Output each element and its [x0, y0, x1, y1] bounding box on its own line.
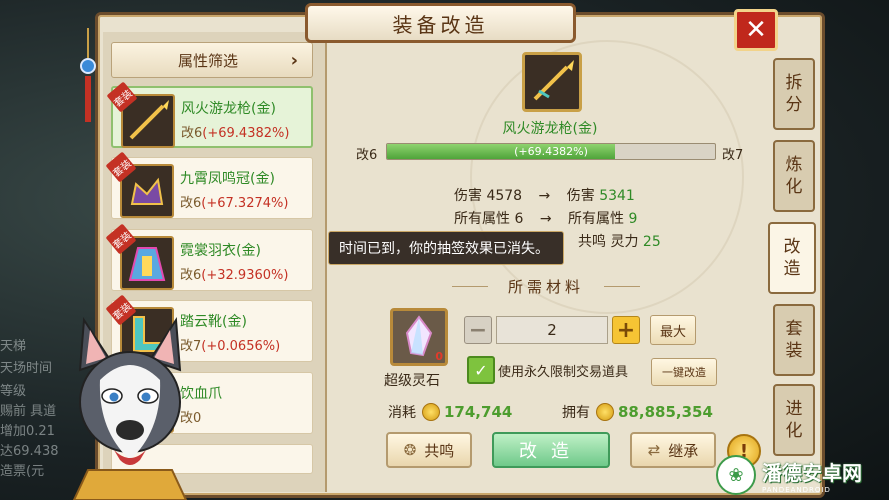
leaf-logo-icon: ❀: [716, 455, 756, 495]
item-level-text: 改6: [180, 268, 202, 283]
stat-to-name: 所有属性: [568, 211, 625, 227]
owned-display: 拥有 88,885,354: [562, 402, 713, 422]
bg-text: 天场时间: [0, 361, 53, 376]
stat-row: 所有属性 6 → 所有属性 9: [454, 208, 637, 228]
one-key-forge-button[interactable]: 一键改造: [651, 358, 717, 386]
upgrade-progress-bar: (+69.4382%): [386, 143, 716, 160]
bg-text: 增加0.21: [0, 424, 55, 439]
equipment-list-item[interactable]: 套装 风火游龙枪(金) 改6(+69.4382%): [106, 81, 313, 148]
chevron-right-icon: ›: [290, 49, 298, 71]
window-title: 装备改造: [305, 3, 576, 43]
progress-text: (+69.4382%): [514, 145, 588, 158]
bg-text: 赐前 具道: [0, 404, 57, 419]
site-watermark: ❀ 潘德安卓网 PANDEANDROID: [716, 455, 862, 495]
stat-name: 所有属性: [454, 211, 510, 227]
tab-refine[interactable]: 炼化: [773, 140, 815, 212]
item-percent: (+0.0656%): [201, 339, 281, 354]
materials-title: 所需材料: [452, 276, 640, 297]
equipment-list-item[interactable]: 套装 九霄凤鸣冠(金) 改6(+67.3274%): [105, 151, 313, 219]
stat-to: 25: [642, 234, 661, 250]
level-to: 改7: [722, 148, 744, 163]
cost-display: 消耗 174,744: [388, 402, 512, 422]
stat-to-name: 伤害: [566, 188, 595, 204]
resonate-button[interactable]: ❂ 共鸣: [386, 432, 472, 468]
crystal-icon[interactable]: 0: [390, 308, 448, 366]
item-name: 风火游龙枪(金): [181, 101, 276, 117]
material-owned-qty: 0: [435, 350, 443, 363]
equipment-list-item[interactable]: 套装 霓裳羽衣(金) 改6(+32.9360%): [105, 223, 313, 291]
checkmark-icon: ✓: [474, 360, 488, 380]
stat-from: 6: [514, 211, 524, 227]
attribute-filter-button[interactable]: 属性筛选 ›: [111, 42, 313, 78]
level-from: 改6: [356, 148, 378, 163]
husky-avatar: [72, 316, 188, 500]
stat-name: 伤害: [454, 188, 482, 204]
coin-icon: [422, 403, 440, 421]
item-level: 改6(+32.9360%): [180, 264, 288, 283]
arrow-right-icon: →: [539, 211, 552, 227]
tab-evolve[interactable]: 进化: [773, 384, 815, 456]
bg-text: 等级: [0, 384, 27, 399]
bg-text: 造票(元: [0, 464, 45, 479]
inherit-button[interactable]: ⇄ 继承: [630, 432, 716, 468]
item-name: 九霄凤鸣冠(金): [180, 171, 275, 187]
hanging-charm-icon: [80, 28, 96, 122]
equipment-name: 风火游龙枪(金): [502, 121, 598, 137]
stat-to: 9: [628, 211, 638, 227]
owned-value: 88,885,354: [618, 403, 713, 421]
cost-label: 消耗: [388, 405, 416, 421]
swirl-icon: ❂: [403, 441, 417, 459]
max-button[interactable]: 最大: [650, 315, 696, 345]
watermark-subtext: PANDEANDROID: [762, 485, 831, 494]
tab-split[interactable]: 拆分: [773, 58, 815, 130]
inherit-label: 继承: [668, 441, 699, 460]
owned-label: 拥有: [562, 405, 590, 421]
item-level: 改6(+67.3274%): [180, 192, 288, 211]
minus-icon: −: [468, 317, 488, 343]
forge-button[interactable]: 改造: [492, 432, 610, 468]
tab-set[interactable]: 套装: [773, 304, 815, 376]
item-level-text: 改6: [180, 196, 202, 211]
material-name: 超级灵石: [384, 373, 440, 389]
stat-to: 5341: [599, 188, 635, 204]
checkbox-label: 使用永久限制交易道具: [498, 365, 629, 380]
item-name: 踏云靴(金): [180, 314, 247, 330]
bg-text: 天梯: [0, 339, 27, 354]
decrease-quantity-button[interactable]: −: [464, 316, 492, 344]
coin-icon: [596, 403, 614, 421]
close-button[interactable]: ✕: [734, 9, 778, 51]
tab-forge[interactable]: 改造: [768, 222, 816, 294]
stat-row: 伤害 4578 → 伤害 5341: [454, 185, 635, 205]
swap-icon: ⇄: [647, 441, 661, 459]
increase-quantity-button[interactable]: +: [612, 316, 640, 344]
item-percent: (+67.3274%): [201, 196, 289, 211]
stat-to-name: 共鸣 灵力: [578, 234, 639, 250]
stat-row: 共鸣 灵力 25: [578, 231, 661, 251]
watermark-text: 潘德安卓网: [762, 460, 862, 485]
bg-text: 达69.438: [0, 444, 59, 459]
stat-from: 4578: [486, 188, 523, 204]
item-percent: (+32.9360%): [201, 268, 289, 283]
item-percent: (+69.4382%): [202, 126, 290, 141]
decorative-ring: [470, 40, 744, 314]
cost-value: 174,744: [444, 403, 513, 421]
arrow-right-icon: →: [538, 188, 551, 204]
item-level-text: 改6: [181, 126, 203, 141]
plus-icon: +: [616, 317, 636, 343]
quantity-field[interactable]: 2: [496, 316, 608, 344]
spear-icon[interactable]: [522, 52, 582, 112]
permanent-item-checkbox[interactable]: ✓: [467, 356, 495, 384]
resonate-label: 共鸣: [424, 441, 455, 460]
item-level: 改7(+0.0656%): [180, 335, 280, 354]
close-icon: ✕: [745, 15, 767, 45]
toast-message: 时间已到，你的抽签效果已消失。: [328, 231, 564, 265]
item-level: 改6(+69.4382%): [181, 122, 289, 141]
filter-label: 属性筛选: [178, 51, 239, 70]
item-name: 霓裳羽衣(金): [180, 243, 261, 259]
